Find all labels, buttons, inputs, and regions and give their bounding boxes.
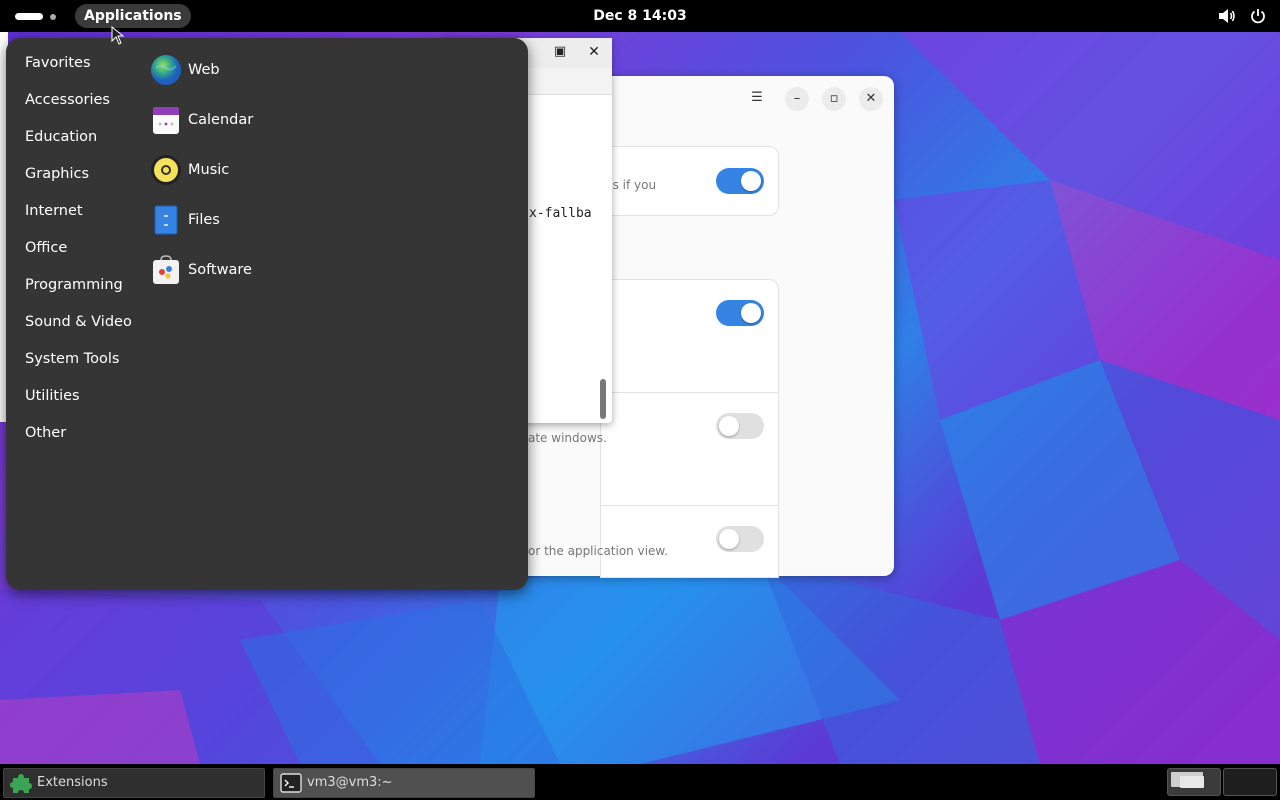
mouse-pointer-icon: [111, 26, 125, 45]
workspace-1-thumbnail[interactable]: [1167, 768, 1221, 796]
divider: [601, 392, 778, 393]
app-calendar[interactable]: Calendar: [150, 102, 350, 138]
app-label: Music: [188, 162, 230, 178]
setting-description: or the application view.: [528, 544, 668, 558]
category-accessories[interactable]: Accessories: [25, 87, 110, 113]
close-button[interactable]: ✕: [859, 87, 883, 111]
volume-icon: [1219, 9, 1235, 23]
clock[interactable]: Dec 8 14:03: [593, 8, 686, 24]
terminal-icon: [280, 773, 302, 793]
divider: [601, 505, 778, 506]
setting-description: ns if you: [605, 178, 657, 192]
app-software[interactable]: Software: [150, 252, 350, 288]
category-other[interactable]: Other: [25, 420, 66, 446]
setting-toggle-1[interactable]: [716, 168, 764, 194]
category-system-tools[interactable]: System Tools: [25, 346, 119, 372]
app-music[interactable]: Music: [150, 152, 350, 188]
close-icon[interactable]: ✕: [586, 44, 602, 60]
applications-menu-button[interactable]: Applications: [75, 4, 191, 28]
maximize-button[interactable]: ▫: [822, 87, 846, 111]
extensions-puzzle-icon: [10, 774, 32, 793]
setting-description: ate windows.: [528, 431, 607, 445]
app-label: Files: [188, 212, 220, 228]
category-graphics[interactable]: Graphics: [25, 161, 89, 187]
category-programming[interactable]: Programming: [25, 272, 123, 298]
hamburger-menu-icon[interactable]: ☰: [745, 86, 769, 110]
taskbar-item-extensions[interactable]: Extensions: [3, 768, 265, 798]
web-browser-icon: [151, 55, 181, 85]
app-label: Calendar: [188, 112, 254, 128]
taskbar-item-label: Extensions: [37, 775, 108, 790]
app-label: Web: [188, 62, 220, 78]
category-education[interactable]: Education: [25, 124, 97, 150]
setting-toggle-2[interactable]: [716, 300, 764, 326]
minimize-button[interactable]: –: [785, 87, 809, 111]
power-icon: [1251, 9, 1265, 24]
category-office[interactable]: Office: [25, 235, 67, 261]
taskbar-item-label: vm3@vm3:~: [307, 775, 393, 790]
top-bar: Applications Dec 8 14:03: [0, 0, 1280, 32]
app-label: Software: [188, 262, 252, 278]
calendar-icon: [153, 107, 179, 134]
workspace-2-thumbnail[interactable]: [1223, 768, 1277, 796]
music-icon: [151, 155, 181, 185]
taskbar-item-terminal[interactable]: vm3@vm3:~: [273, 768, 535, 798]
software-icon: [153, 255, 179, 284]
category-favorites[interactable]: Favorites: [25, 50, 91, 76]
app-files[interactable]: Files: [150, 202, 350, 238]
category-internet[interactable]: Internet: [25, 198, 83, 224]
settings-card-2: [600, 279, 779, 578]
system-status-area[interactable]: [1218, 6, 1266, 26]
terminal-scrollbar[interactable]: [600, 379, 606, 419]
taskbar: Extensions vm3@vm3:~: [0, 764, 1280, 800]
maximize-icon[interactable]: ▣: [552, 44, 568, 60]
setting-toggle-3[interactable]: [716, 413, 764, 439]
activities-icon[interactable]: [12, 8, 62, 24]
setting-toggle-4[interactable]: [716, 526, 764, 552]
app-web[interactable]: Web: [150, 52, 350, 88]
category-sound-video[interactable]: Sound & Video: [25, 309, 132, 335]
settings-card-1: ns if you: [600, 146, 779, 216]
applications-menu: Favorites Accessories Education Graphics…: [6, 38, 528, 590]
terminal-output: x-fallba: [529, 206, 592, 221]
files-icon: [154, 205, 178, 235]
category-utilities[interactable]: Utilities: [25, 383, 80, 409]
